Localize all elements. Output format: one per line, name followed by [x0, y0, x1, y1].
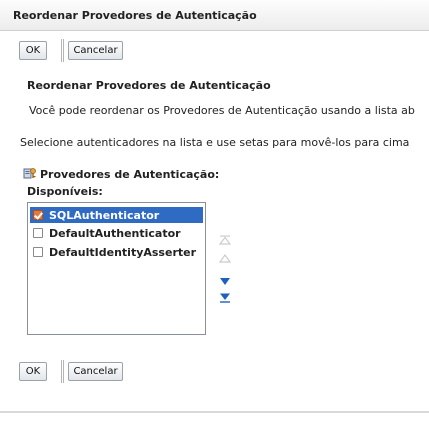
button-separator — [61, 39, 62, 62]
button-separator — [63, 360, 64, 383]
move-up-icon[interactable] — [218, 252, 232, 264]
list-item-defaultidentityasserter[interactable]: DefaultIdentityAsserter — [30, 244, 203, 260]
list-item-defaultauthenticator[interactable]: DefaultAuthenticator — [30, 225, 203, 241]
available-label: Disponíveis: — [27, 185, 103, 198]
move-to-top-icon[interactable] — [218, 234, 232, 246]
list-item-sqlauthenticator[interactable]: SQLAuthenticator — [30, 207, 203, 223]
item-checkbox[interactable] — [33, 210, 43, 220]
providers-label: Provedores de Autenticação: — [40, 168, 220, 181]
dialog-frame: Reordenar Provedores de Autenticação OK … — [0, 0, 429, 413]
list-item-label: DefaultIdentityAsserter — [49, 245, 197, 259]
cancel-button-bottom[interactable]: Cancelar — [68, 362, 123, 381]
button-separator — [61, 360, 62, 383]
section-instructions: Selecione autenticadores na lista e use … — [20, 136, 410, 149]
move-to-bottom-icon[interactable] — [218, 292, 232, 304]
cancel-button-top[interactable]: Cancelar — [68, 41, 123, 60]
ok-button-top[interactable]: OK — [19, 41, 47, 60]
button-separator — [63, 39, 64, 62]
section-heading: Reordenar Provedores de Autenticação — [27, 79, 271, 92]
title-bar: Reordenar Provedores de Autenticação — [0, 0, 429, 31]
item-checkbox[interactable] — [33, 228, 43, 238]
move-down-icon[interactable] — [218, 275, 232, 287]
item-checkbox[interactable] — [33, 247, 43, 257]
providers-label-row: Provedores de Autenticação: — [23, 166, 219, 183]
section-description: Você pode reordenar os Provedores de Aut… — [29, 104, 415, 117]
window-title: Reordenar Provedores de Autenticação — [13, 9, 257, 22]
authentication-providers-icon — [23, 166, 37, 183]
list-item-label: SQLAuthenticator — [49, 208, 160, 222]
list-item-label: DefaultAuthenticator — [49, 226, 181, 240]
ok-button-bottom[interactable]: OK — [19, 362, 47, 381]
providers-listbox[interactable]: SQLAuthenticator DefaultAuthenticator De… — [27, 202, 206, 335]
